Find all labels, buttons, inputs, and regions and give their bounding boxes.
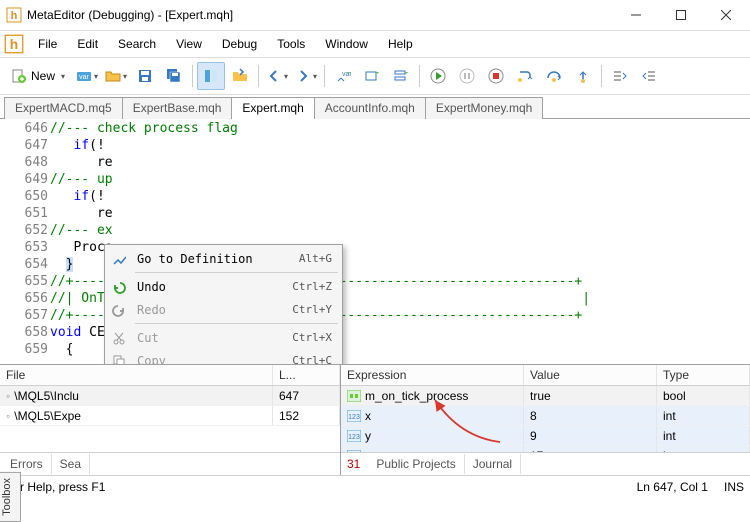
menu-window[interactable]: Window	[315, 34, 378, 54]
status-insert-mode: INS	[724, 480, 744, 494]
watch-pane: Expression Value Type m_on_tick_processt…	[340, 365, 750, 475]
menu-debug[interactable]: Debug	[212, 34, 267, 54]
ctx-copy: CopyCtrl+C	[107, 349, 340, 364]
col-type[interactable]: Type	[657, 365, 750, 385]
minimize-button[interactable]	[613, 0, 658, 30]
tool-icon-2[interactable]	[358, 62, 386, 90]
watch-row[interactable]: 123 y9int	[341, 426, 750, 446]
col-value[interactable]: Value	[524, 365, 657, 385]
debug-stop-icon[interactable]	[482, 62, 510, 90]
col-line[interactable]: L...	[273, 365, 340, 385]
status-bar: For Help, press F1 Ln 647, Col 1 INS	[0, 475, 750, 498]
code-editor[interactable]: 6466476486496506516526536546556566576586…	[0, 119, 750, 364]
tab-search[interactable]: Sea	[52, 454, 90, 474]
tab-public-projects[interactable]: Public Projects	[368, 454, 464, 474]
toolbar: New▾ var▾ ▾ ▾ ▾ var	[0, 58, 750, 95]
context-menu: Go to DefinitionAlt+G UndoCtrl+ZRedoCtrl+…	[104, 244, 343, 364]
compile-icon[interactable]: var▾	[73, 62, 101, 90]
toolbox-icon[interactable]	[226, 62, 254, 90]
status-help: For Help, press F1	[6, 480, 621, 494]
ctx-undo[interactable]: UndoCtrl+Z	[107, 275, 340, 298]
menu-edit[interactable]: Edit	[67, 34, 108, 54]
back-icon[interactable]: ▾	[263, 62, 291, 90]
ctx-redo: RedoCtrl+Y	[107, 298, 340, 321]
svg-text:h: h	[10, 37, 18, 52]
document-tabs: ExpertMACD.mq5ExpertBase.mqhExpert.mqhAc…	[0, 95, 750, 119]
new-button[interactable]: New▾	[4, 62, 72, 90]
toolbox-label[interactable]: Toolbox	[0, 472, 21, 522]
tab-journal[interactable]: Journal	[465, 454, 521, 474]
debug-pause-icon[interactable]	[453, 62, 481, 90]
col-file[interactable]: File	[0, 365, 273, 385]
svg-text:123: 123	[348, 434, 360, 441]
save-icon[interactable]	[131, 62, 159, 90]
tool-icon-1[interactable]: var	[329, 62, 357, 90]
svg-text:123: 123	[348, 414, 360, 421]
app-icon: h	[6, 7, 22, 23]
open-icon[interactable]: ▾	[102, 62, 130, 90]
mdi-icon[interactable]: h	[4, 34, 24, 54]
watch-row[interactable]: m_on_tick_processtruebool	[341, 386, 750, 406]
ctx-cut: CutCtrl+X	[107, 326, 340, 349]
undo-icon	[109, 278, 129, 296]
doc-tab[interactable]: AccountInfo.mqh	[314, 97, 426, 119]
status-position: Ln 647, Col 1	[637, 480, 708, 494]
doc-tab[interactable]: ExpertMACD.mq5	[4, 97, 123, 119]
menubar: h FileEditSearchViewDebugToolsWindowHelp	[0, 31, 750, 58]
goto-icon	[109, 250, 129, 268]
step-into-icon[interactable]	[511, 62, 539, 90]
stack-row[interactable]: ◦ \MQL5\Expe152	[0, 406, 340, 426]
window-title: MetaEditor (Debugging) - [Expert.mqh]	[27, 8, 613, 22]
step-out-icon[interactable]	[569, 62, 597, 90]
nav-icon[interactable]	[197, 62, 225, 90]
close-button[interactable]	[703, 0, 748, 30]
doc-tab[interactable]: Expert.mqh	[231, 97, 314, 119]
callstack-pane: File L... ◦ \MQL5\Inclu647◦ \MQL5\Expe15…	[0, 365, 340, 475]
menu-view[interactable]: View	[166, 34, 212, 54]
doc-tab[interactable]: ExpertMoney.mqh	[425, 97, 544, 119]
copy-icon	[109, 352, 129, 365]
indent-right-icon[interactable]	[606, 62, 634, 90]
indent-left-icon[interactable]	[635, 62, 663, 90]
debug-start-icon[interactable]	[424, 62, 452, 90]
save-all-icon[interactable]	[160, 62, 188, 90]
redo-icon	[109, 301, 129, 319]
tool-icon-3[interactable]	[387, 62, 415, 90]
col-expr[interactable]: Expression	[341, 365, 524, 385]
tab-errors[interactable]: Errors	[2, 454, 52, 474]
stack-row[interactable]: ◦ \MQL5\Inclu647	[0, 386, 340, 406]
svg-text:var: var	[79, 74, 89, 81]
forward-icon[interactable]: ▾	[292, 62, 320, 90]
menu-search[interactable]: Search	[108, 34, 166, 54]
ctx-go-to-definition[interactable]: Go to DefinitionAlt+G	[107, 247, 340, 270]
maximize-button[interactable]	[658, 0, 703, 30]
step-over-icon[interactable]	[540, 62, 568, 90]
watch-row[interactable]: 123 x8int	[341, 406, 750, 426]
bottom-panels: Toolbox File L... ◦ \MQL5\Inclu647◦ \MQL…	[0, 364, 750, 475]
menu-tools[interactable]: Tools	[267, 34, 315, 54]
menu-file[interactable]: File	[28, 34, 67, 54]
svg-text:h: h	[11, 10, 18, 22]
cut-icon	[109, 329, 129, 347]
doc-tab[interactable]: ExpertBase.mqh	[122, 97, 233, 119]
titlebar: h MetaEditor (Debugging) - [Expert.mqh]	[0, 0, 750, 31]
menu-help[interactable]: Help	[378, 34, 423, 54]
